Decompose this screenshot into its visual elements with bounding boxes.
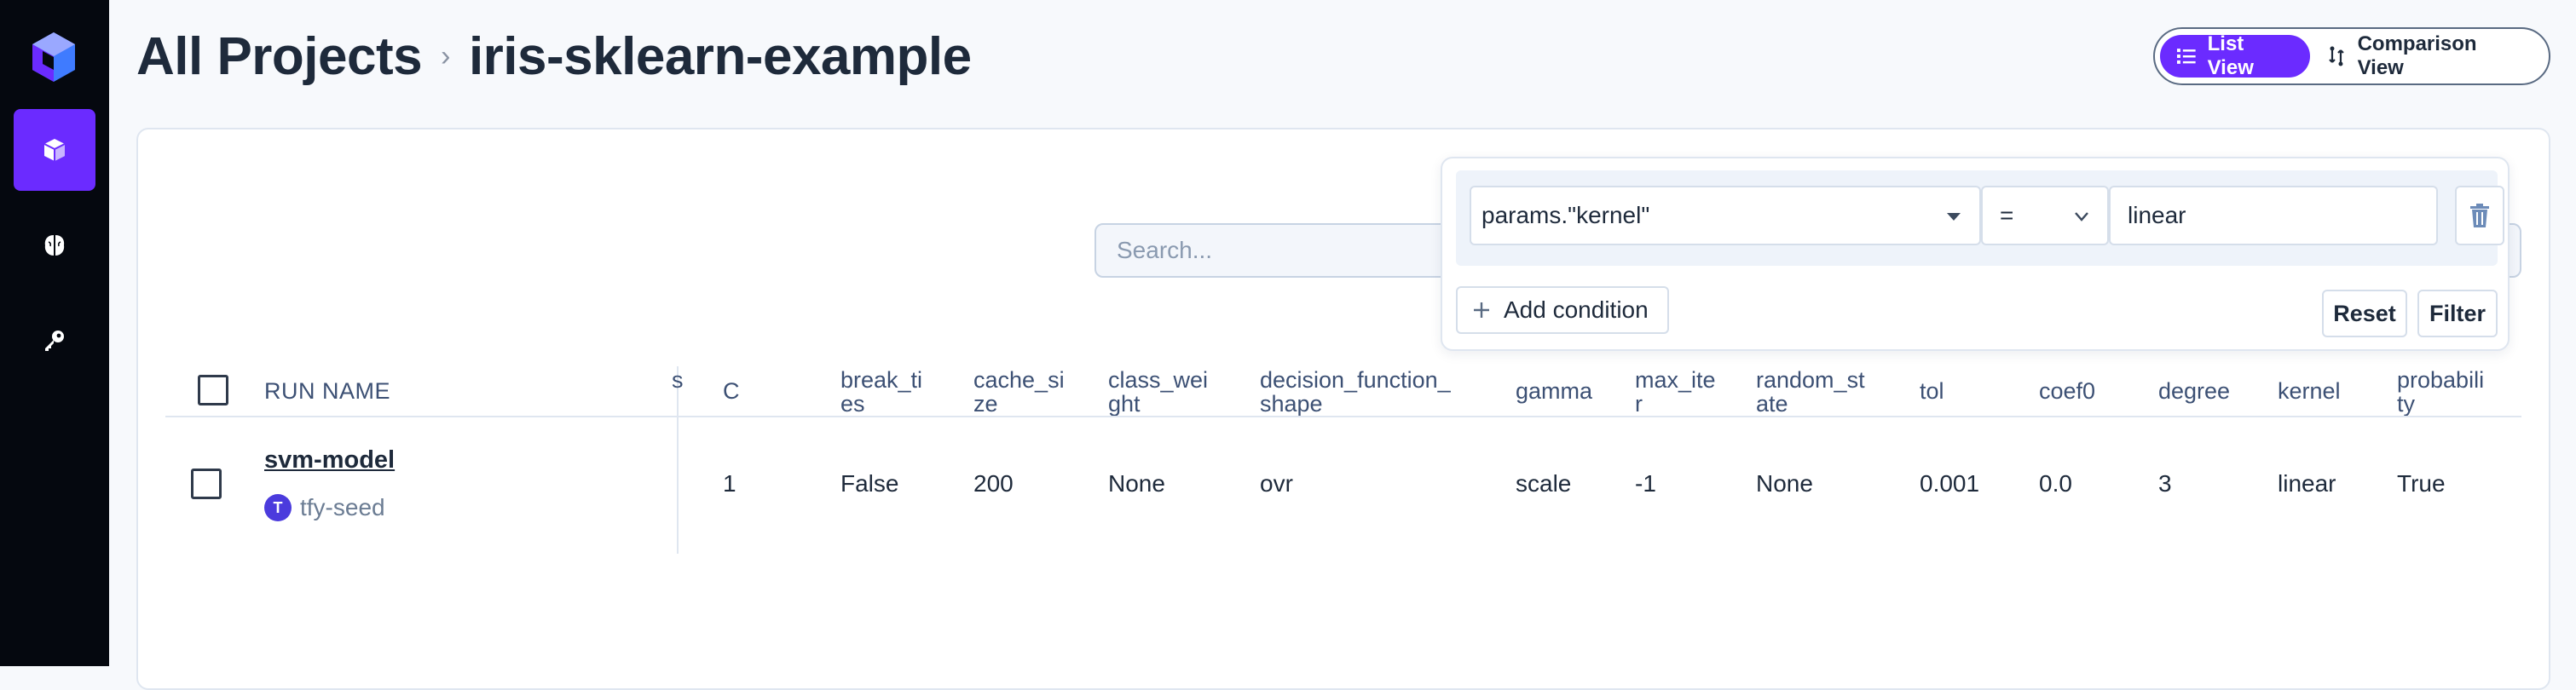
cell-random-state: None [1756,470,1813,497]
filter-condition-row: params."kernel" = linear [1456,170,2504,266]
filter-panel: params."kernel" = linear Add condition R… [1441,157,2510,351]
caret-down-icon [1947,213,1961,221]
owner-name: tfy-seed [300,494,385,520]
column-header-probability[interactable]: probabili ty [2397,368,2516,416]
cell-kernel: linear [2278,470,2336,497]
delete-condition-button[interactable] [2455,186,2504,245]
filter-field-select[interactable]: params."kernel" [1470,186,1981,245]
cell-cache-size: 200 [973,470,1014,497]
page-title: iris-sklearn-example [468,26,972,86]
run-name-link[interactable]: svm-model [264,446,395,474]
column-header-class-weight[interactable]: class_wei ght [1108,368,1270,416]
column-header-run-name[interactable]: RUN NAME [264,379,520,403]
cell-coef0: 0.0 [2039,470,2072,497]
plus-icon [1474,302,1489,318]
cell-gamma: scale [1516,470,1572,497]
cell-degree: 3 [2158,470,2172,497]
cell-class-weight: None [1108,470,1165,497]
brain-icon [44,235,65,256]
sidebar-item-models[interactable] [14,204,95,286]
comparison-view-button[interactable]: Comparison View [2310,32,2544,79]
filter-value-text: linear [2128,202,2186,228]
breadcrumb-separator: › [441,39,450,72]
compare-icon [2328,46,2344,66]
filter-operator-value: = [2000,202,2014,228]
select-all-checkbox[interactable] [198,375,228,405]
list-view-label: List View [2207,32,2254,79]
breadcrumb: All Projects › iris-sklearn-example [136,20,972,92]
column-header-decision-function-shape[interactable]: decision_function_ shape [1260,368,1490,416]
cell-decision-function-shape: ovr [1260,470,1293,497]
cube-icon [43,139,66,161]
row-checkbox[interactable] [191,469,222,499]
reset-button[interactable]: Reset [2322,290,2407,337]
filter-field-value: params."kernel" [1481,202,1650,228]
view-toggle: List View Comparison View [2153,27,2550,85]
comparison-view-label: Comparison View [2357,32,2477,79]
chevron-down-icon [2075,212,2088,221]
breadcrumb-root[interactable]: All Projects [136,26,423,87]
add-condition-label: Add condition [1504,296,1649,323]
sidebar [0,0,109,666]
run-owner: T tfy-seed [264,494,385,521]
column-divider[interactable] [677,366,679,554]
column-header-truncated[interactable]: s [672,368,689,392]
filter-button[interactable]: Filter [2417,290,2498,337]
logo-icon[interactable] [26,29,82,85]
cell-max-iter: -1 [1635,470,1656,497]
cell-break-ties: False [840,470,899,497]
cell-probability: True [2397,470,2446,497]
cell-c: 1 [723,470,736,497]
trash-icon [2470,204,2489,227]
filter-operator-select[interactable]: = [1981,186,2109,245]
filter-value-input[interactable]: linear [2109,186,2438,245]
list-view-button[interactable]: List View [2160,32,2310,79]
add-condition-button[interactable]: Add condition [1456,286,1669,334]
avatar: T [264,494,292,521]
sidebar-item-secrets[interactable] [14,300,95,382]
sidebar-item-projects[interactable] [14,109,95,191]
column-header-random-state[interactable]: random_st ate [1756,368,1918,416]
cell-tol: 0.001 [1920,470,1980,497]
list-icon [2176,49,2196,64]
header-divider [165,416,2521,417]
key-icon [45,331,64,351]
